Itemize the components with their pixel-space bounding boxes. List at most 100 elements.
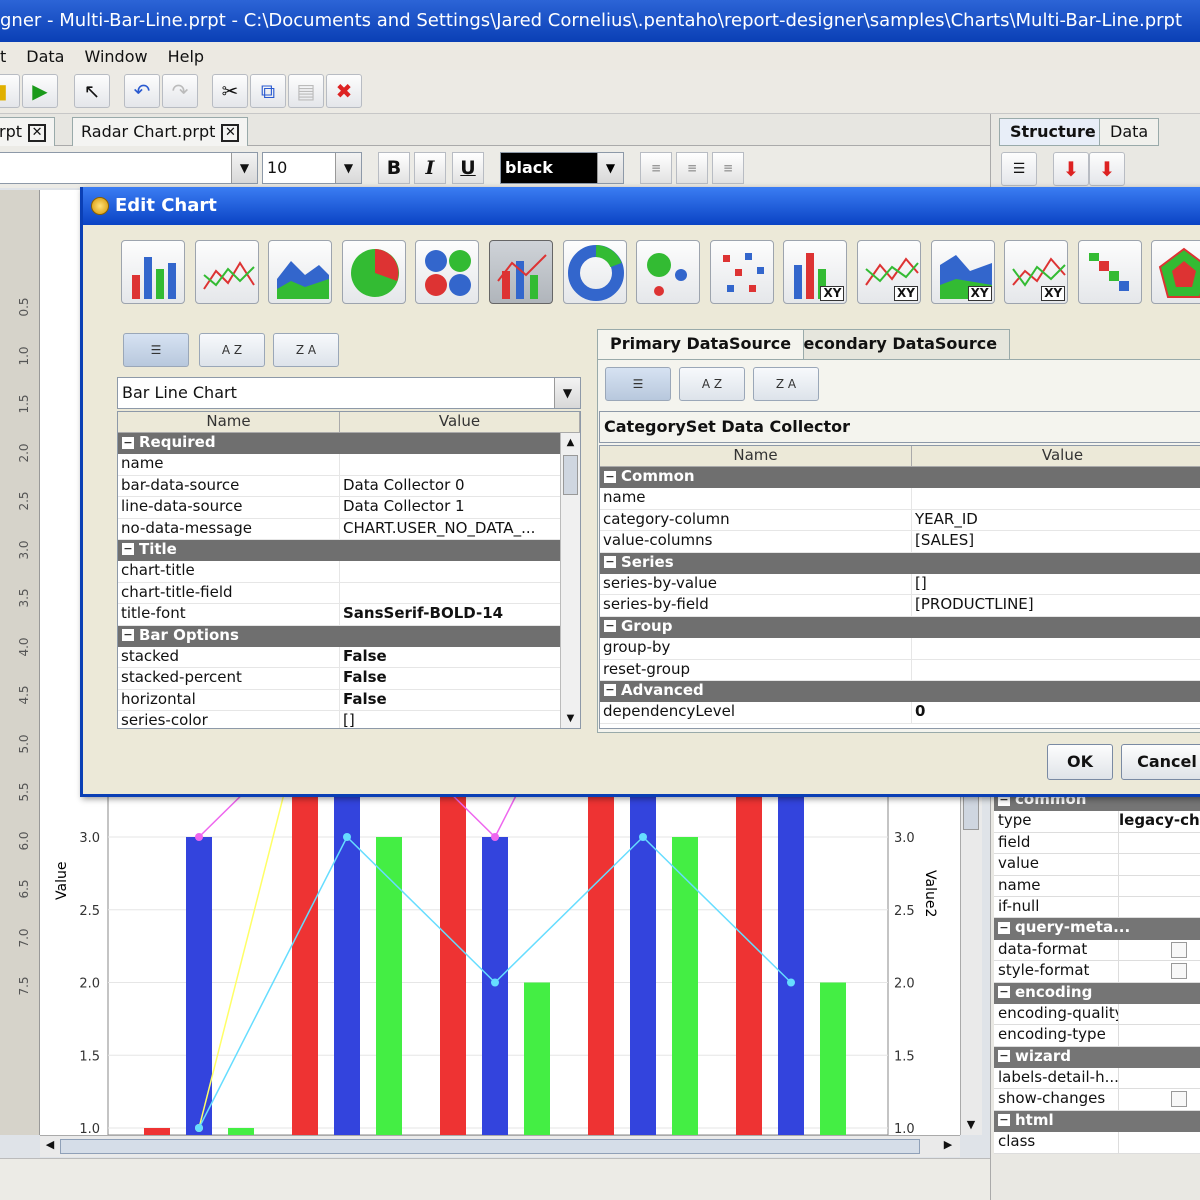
property-row[interactable]: name (600, 488, 1200, 510)
property-value[interactable] (1118, 961, 1200, 982)
collapse-icon[interactable]: − (998, 986, 1010, 999)
sort-ascending-icon[interactable]: A Z (199, 333, 265, 367)
chart-type-xy-line-2-button[interactable]: XY (1004, 240, 1069, 304)
property-row[interactable]: no-data-message CHART.USER_NO_DATA_... (118, 518, 580, 540)
property-section[interactable]: − html (994, 1110, 1200, 1133)
collapse-icon[interactable]: − (122, 436, 134, 449)
property-value[interactable]: False (340, 668, 580, 688)
chart-type-selector[interactable]: Bar Line Chart ▼ (117, 377, 581, 409)
chart-type-ring-button[interactable] (562, 240, 627, 304)
property-value[interactable]: CHART.USER_NO_DATA_... (340, 519, 580, 539)
property-value[interactable]: SansSerif-BOLD-14 (340, 604, 580, 624)
property-row[interactable]: value-columns [SALES] (600, 531, 1200, 553)
menu-data[interactable]: Data (26, 47, 64, 66)
bold-button[interactable]: B (378, 152, 410, 184)
property-row[interactable]: data-format (994, 939, 1200, 962)
redo-icon[interactable]: ↷ (162, 74, 198, 108)
property-value[interactable] (1118, 854, 1200, 875)
property-row[interactable]: if-null (994, 896, 1200, 919)
property-row[interactable]: series-by-field [PRODUCTLINE] (600, 595, 1200, 617)
collapse-icon[interactable]: − (122, 629, 134, 642)
property-section[interactable]: − query-meta... (994, 918, 1200, 940)
paste-icon[interactable]: ▤ (288, 74, 324, 108)
property-section[interactable]: − Series (600, 552, 1200, 574)
property-value[interactable] (340, 561, 580, 581)
undo-icon[interactable]: ↶ (124, 74, 160, 108)
collapse-icon[interactable]: − (998, 1114, 1010, 1127)
delete-icon[interactable]: ✖ (326, 74, 362, 108)
property-row[interactable]: series-by-value[] (600, 573, 1200, 596)
property-row[interactable]: style-format (994, 961, 1200, 983)
property-value[interactable]: [SALES] (912, 531, 1200, 551)
property-row[interactable]: title-font SansSerif-BOLD-14 (118, 604, 580, 626)
cancel-button[interactable]: Cancel (1121, 744, 1200, 780)
property-row[interactable]: series-color[] (118, 711, 580, 728)
run-icon[interactable]: ▶ (22, 74, 58, 108)
property-value[interactable]: False (340, 647, 580, 667)
color-combo[interactable]: black ▼ (500, 152, 624, 184)
property-section[interactable]: − encoding (994, 982, 1200, 1004)
close-icon[interactable]: ✕ (221, 123, 240, 142)
property-value[interactable] (1118, 1003, 1200, 1025)
list-view-icon[interactable]: ☰ (1001, 152, 1037, 186)
property-value[interactable] (1118, 896, 1200, 918)
property-section[interactable]: − Common (600, 467, 1200, 489)
property-value[interactable] (1118, 1025, 1200, 1046)
property-value[interactable] (1118, 832, 1200, 854)
property-section[interactable]: − Bar Options (118, 625, 580, 647)
chart-type-pie-button[interactable] (341, 240, 406, 304)
align-left-icon[interactable]: ≡ (640, 152, 672, 184)
property-section[interactable]: − Group (600, 616, 1200, 639)
collapse-icon[interactable]: − (604, 684, 616, 697)
property-row[interactable]: encoding-quality (994, 1003, 1200, 1026)
property-row[interactable]: value (994, 854, 1200, 876)
chart-type-area-button[interactable] (268, 240, 333, 304)
font-size-combo[interactable]: 10 ▼ (262, 152, 362, 184)
select-pointer-icon[interactable]: ↖ (74, 74, 110, 108)
property-value[interactable]: 0 (912, 702, 1200, 722)
property-row[interactable]: show-changes (994, 1089, 1200, 1111)
property-value[interactable]: [] (912, 574, 1200, 594)
tab-structure[interactable]: Structure (999, 118, 1107, 146)
property-value[interactable] (912, 488, 1200, 508)
property-row[interactable]: chart-title-field (118, 582, 580, 605)
property-value[interactable] (1118, 1132, 1200, 1153)
property-value[interactable]: False (340, 690, 580, 710)
property-row[interactable]: name (118, 454, 580, 476)
property-row[interactable]: dependencyLevel 0 (600, 702, 1200, 724)
menu-edit[interactable]: t (0, 47, 6, 66)
chart-type-waterfall-button[interactable] (1077, 240, 1142, 304)
property-row[interactable]: field (994, 832, 1200, 855)
checkbox[interactable] (1171, 941, 1187, 958)
property-value[interactable] (1118, 939, 1200, 961)
chart-type-xy-bar-button[interactable]: XY (783, 240, 848, 304)
chart-type-xy-line-button[interactable]: XY (857, 240, 921, 304)
property-value[interactable] (1118, 1089, 1200, 1110)
property-row[interactable]: labels-detail-h... (994, 1068, 1200, 1090)
property-row[interactable]: category-column YEAR_ID (600, 509, 1200, 532)
move-down-icon[interactable]: ⬇ (1089, 152, 1125, 186)
close-icon[interactable]: ✕ (28, 123, 47, 142)
property-row[interactable]: line-data-source Data Collector 1 (118, 497, 580, 519)
chart-type-bar-line-button[interactable] (489, 240, 553, 304)
ok-button[interactable]: OK (1047, 744, 1113, 780)
property-section[interactable]: − wizard (994, 1046, 1200, 1069)
chart-type-bubble-button[interactable] (636, 240, 701, 304)
copy-icon[interactable]: ⧉ (250, 74, 286, 108)
property-value[interactable]: Data Collector 0 (340, 476, 580, 496)
canvas-horizontal-scrollbar[interactable]: ◀ ▶ (40, 1135, 960, 1157)
property-value[interactable] (1118, 875, 1200, 896)
chart-type-scatter-button[interactable] (709, 240, 774, 304)
property-row[interactable]: stacked False (118, 646, 580, 669)
collapse-icon[interactable]: − (604, 620, 616, 633)
property-row[interactable]: name (994, 875, 1200, 897)
properties-scrollbar[interactable]: ▲ ▼ (560, 433, 580, 728)
canvas-vertical-scrollbar[interactable]: ▼ (960, 760, 982, 1135)
collapse-icon[interactable]: − (122, 543, 134, 556)
chart-type-multi-pie-button[interactable] (415, 240, 480, 304)
property-row[interactable]: stacked-percent False (118, 668, 580, 690)
collector-selector[interactable]: CategorySet Data Collector (599, 411, 1200, 443)
property-row[interactable]: reset-group (600, 659, 1200, 681)
open-icon[interactable]: ▮ (0, 74, 20, 108)
property-value[interactable] (340, 583, 580, 603)
